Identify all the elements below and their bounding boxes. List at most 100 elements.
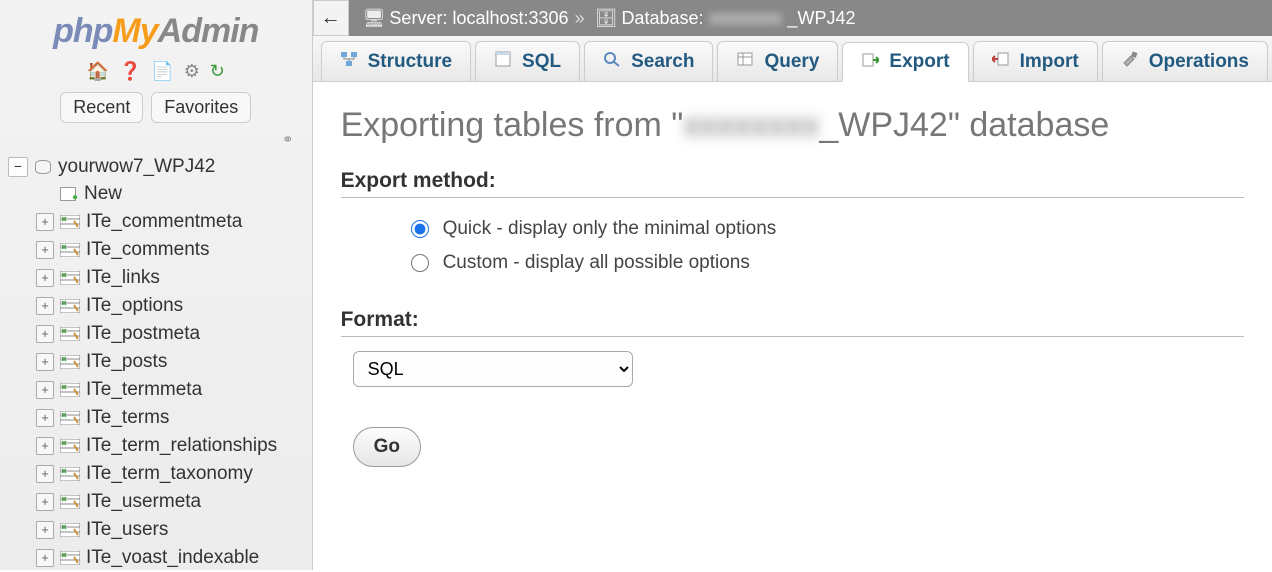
tree-table-item[interactable]: + ITe_comments [36, 236, 304, 264]
table-icon [60, 243, 82, 257]
tree-table-item[interactable]: + ITe_voast_indexable [36, 544, 304, 572]
radio-custom-label: Custom - display all possible options [443, 252, 750, 274]
export-method-radios: Quick - display only the minimal options… [341, 212, 1244, 280]
home-icon[interactable]: 🏠 [87, 61, 109, 81]
breadcrumb-db-suffix[interactable]: _WPJ42 [788, 8, 856, 29]
tab-search[interactable]: Search [584, 41, 713, 81]
table-icon [60, 495, 82, 509]
expand-icon[interactable]: + [36, 409, 54, 427]
expand-icon[interactable]: + [36, 297, 54, 315]
tab-import[interactable]: Import [973, 41, 1098, 81]
format-select[interactable]: SQL [353, 351, 633, 387]
tree-table-item[interactable]: + ITe_posts [36, 348, 304, 376]
format-select-wrap: SQL [353, 351, 1244, 387]
table-name: ITe_users [86, 519, 168, 541]
help-icon[interactable]: ❓ [119, 61, 141, 81]
tab-export[interactable]: Export [842, 42, 968, 82]
recent-button[interactable]: Recent [60, 92, 143, 123]
table-icon [60, 523, 82, 537]
tree-table-item[interactable]: + ITe_postmeta [36, 320, 304, 348]
breadcrumb-masked-dbname: xxxxxxxx [704, 8, 788, 29]
table-name: ITe_terms [86, 407, 169, 429]
sql-icon [494, 51, 512, 72]
export-icon [861, 52, 879, 73]
tab-label: Search [631, 51, 694, 73]
expand-icon[interactable]: + [36, 269, 54, 287]
table-name: ITe_commentmeta [86, 211, 242, 233]
tab-structure[interactable]: Structure [321, 41, 471, 81]
tree-table-item[interactable]: +ITe_links [36, 264, 304, 292]
table-icon [60, 411, 82, 425]
sidebar: phpMyAdmin 🏠 ❓ 📄 ⚙ ↻ Recent Favorites ⚭ … [0, 0, 313, 570]
breadcrumb-separator: » [575, 8, 585, 29]
expand-icon[interactable]: + [36, 353, 54, 371]
database-breadcrumb-icon: 🗄 [595, 8, 618, 29]
table-icon [60, 299, 82, 313]
tab-label: SQL [522, 51, 561, 73]
back-button[interactable]: ← [313, 0, 349, 36]
tab-operations[interactable]: Operations [1102, 41, 1268, 81]
tab-bar: Structure SQL Search Query Export Import Opera… [313, 36, 1272, 82]
breadcrumb-server-label: Server: [389, 8, 447, 29]
collapse-icon[interactable]: − [8, 157, 28, 177]
import-icon [992, 51, 1010, 72]
table-name: ITe_postmeta [86, 323, 200, 345]
link-chain-icon[interactable]: ⚭ [0, 129, 312, 152]
reload-icon[interactable]: ↻ [210, 61, 225, 81]
database-name: yourwow7_WPJ42 [58, 156, 215, 178]
tree-database-node[interactable]: − yourwow7_WPJ42 [8, 154, 304, 180]
logo-admin: Admin [158, 12, 259, 50]
table-name: ITe_comments [86, 239, 210, 261]
table-name: ITe_posts [86, 351, 167, 373]
radio-custom[interactable]: Custom - display all possible options [411, 246, 1244, 280]
operations-icon [1121, 51, 1139, 72]
breadcrumb-server-value[interactable]: localhost:3306 [452, 8, 568, 29]
tree-table-item[interactable]: +ITe_options [36, 292, 304, 320]
tree-table-item[interactable]: + ITe_commentmeta [36, 208, 304, 236]
sql-window-icon[interactable]: 📄 [151, 61, 173, 81]
table-name: ITe_term_relationships [86, 435, 277, 457]
go-button[interactable]: Go [353, 427, 421, 467]
structure-icon [340, 51, 358, 72]
expand-icon[interactable]: + [36, 493, 54, 511]
radio-quick-input[interactable] [411, 220, 429, 238]
table-icon [60, 355, 82, 369]
gear-icon[interactable]: ⚙ [184, 61, 200, 81]
table-icon [60, 551, 82, 565]
new-label: New [84, 183, 122, 205]
tree-new-item[interactable]: New [36, 180, 304, 208]
title-masked: xxxxxxxx [683, 106, 819, 144]
favorites-button[interactable]: Favorites [151, 92, 251, 123]
expand-icon[interactable]: + [36, 521, 54, 539]
tree-table-item[interactable]: + ITe_users [36, 516, 304, 544]
page-title: Exporting tables from "xxxxxxxx_WPJ42" d… [341, 106, 1244, 145]
table-icon [60, 215, 82, 229]
format-heading: Format: [341, 308, 1244, 337]
expand-icon[interactable]: + [36, 465, 54, 483]
tree-table-item[interactable]: +ITe_usermeta [36, 488, 304, 516]
expand-icon[interactable]: + [36, 437, 54, 455]
nav-tree: − yourwow7_WPJ42 New+ITe_commentmeta+ITe… [0, 152, 312, 572]
tree-table-item[interactable]: + ITe_term_taxonomy [36, 460, 304, 488]
radio-quick[interactable]: Quick - display only the minimal options [411, 212, 1244, 246]
tab-query[interactable]: Query [717, 41, 838, 81]
expand-icon[interactable]: + [36, 325, 54, 343]
tab-label: Import [1020, 51, 1079, 73]
expand-icon[interactable]: + [36, 381, 54, 399]
main-panel: ← 🖥 Server: localhost:3306 » 🗄 Database:… [313, 0, 1272, 570]
table-icon [60, 327, 82, 341]
tree-table-item[interactable]: +ITe_termmeta [36, 376, 304, 404]
expand-icon[interactable]: + [36, 213, 54, 231]
table-name: ITe_voast_indexable [86, 547, 259, 569]
tab-label: Query [764, 51, 819, 73]
tree-table-item[interactable]: + ITe_term_relationships [36, 432, 304, 460]
tab-sql[interactable]: SQL [475, 41, 580, 81]
table-name: ITe_term_taxonomy [86, 463, 253, 485]
title-suffix: _WPJ42" database [819, 106, 1109, 144]
tab-label: Operations [1149, 51, 1249, 73]
radio-custom-input[interactable] [411, 254, 429, 272]
expand-icon[interactable]: + [36, 549, 54, 567]
expand-icon[interactable]: + [36, 241, 54, 259]
tree-table-item[interactable]: + ITe_terms [36, 404, 304, 432]
logo[interactable]: phpMyAdmin [0, 8, 312, 57]
